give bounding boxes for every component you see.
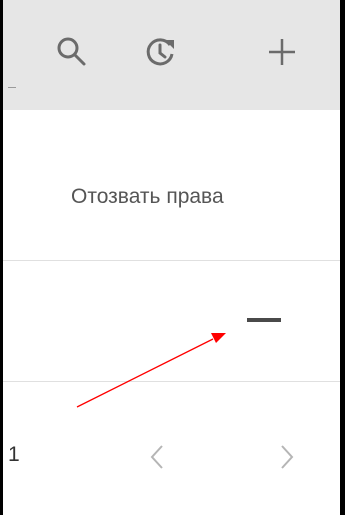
window-border-left: [0, 0, 3, 515]
pagination: 1: [3, 382, 340, 515]
app-frame: Отозвать права 1: [0, 0, 345, 515]
add-button[interactable]: [258, 28, 306, 76]
window-border-right: [340, 0, 345, 515]
table-header-row: Отозвать права: [3, 110, 340, 261]
refresh-icon: [146, 38, 174, 66]
toolbar: [3, 0, 340, 110]
chevron-right-icon: [281, 445, 294, 469]
prev-page-button[interactable]: [143, 442, 173, 472]
add-icon: [269, 39, 295, 65]
next-page-button[interactable]: [271, 442, 301, 472]
search-button[interactable]: [48, 28, 96, 76]
search-icon: [57, 37, 86, 66]
refresh-history-button[interactable]: [136, 28, 184, 76]
page-count: 1: [8, 443, 20, 466]
chevron-left-icon: [150, 445, 163, 469]
table-row: [3, 261, 340, 382]
remove-icon[interactable]: [247, 318, 281, 322]
toolbar-divider: [8, 87, 16, 88]
column-header-revoke: Отозвать права: [71, 185, 224, 208]
